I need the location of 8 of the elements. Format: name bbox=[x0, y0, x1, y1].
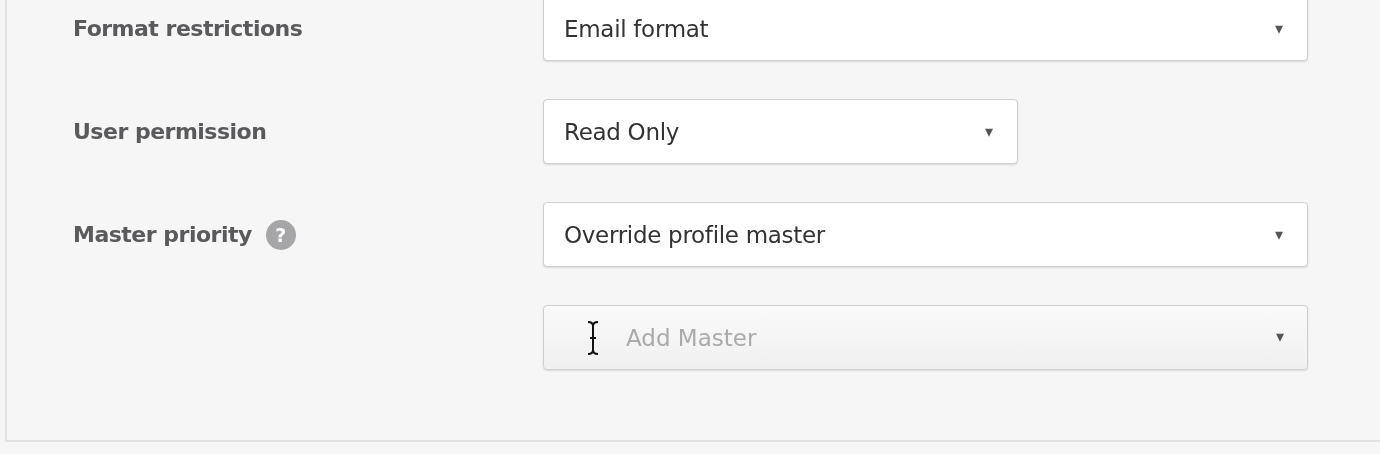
field-label: User permission bbox=[73, 119, 267, 144]
field-label: Master priority bbox=[73, 222, 252, 247]
field-label: Format restrictions bbox=[73, 16, 303, 41]
dropdown[interactable]: Override profile master ▾ bbox=[543, 202, 1308, 267]
text-cursor-icon bbox=[586, 320, 600, 356]
caret-icon: ▾ bbox=[1275, 327, 1284, 346]
dropdown[interactable]: Email format ▾ bbox=[543, 0, 1308, 61]
dropdown[interactable]: Read Only ▾ bbox=[543, 99, 1018, 164]
